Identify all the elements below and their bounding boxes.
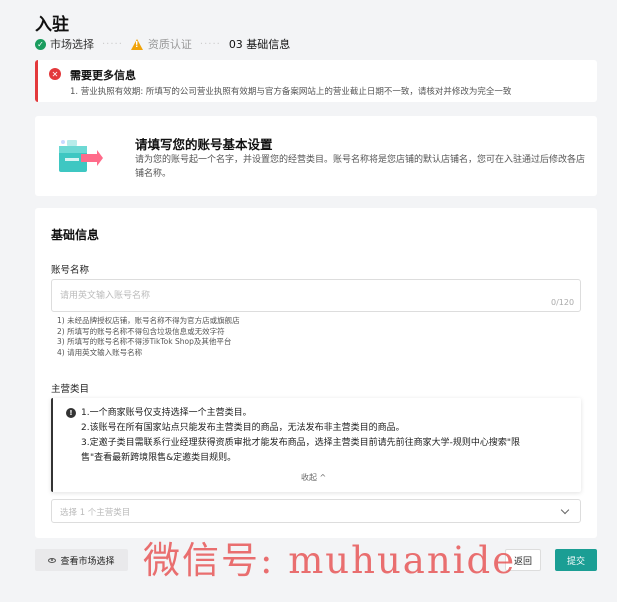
info-icon: ! — [66, 408, 76, 418]
setup-description: 请为您的账号起一个名字，并设置您的经营类目。账号名称将是您店铺的默认店铺名，您可… — [135, 155, 586, 179]
rule-item: 4) 请用英文输入账号名称 — [57, 347, 143, 357]
category-info-box: ! 1.一个商家账号仅支持选择一个主营类目。 2.该账号在所有国家站点只能发布主… — [51, 398, 581, 492]
step-separator: ····· — [102, 38, 123, 50]
step-market: ✓ 市场选择 — [35, 36, 94, 52]
close-circle-icon: ✕ — [49, 68, 61, 80]
check-circle-icon: ✓ — [35, 38, 46, 50]
section-title: 基础信息 — [51, 228, 100, 242]
progress-steps: ✓ 市场选择 ····· 资质认证 ····· 03 基础信息 — [35, 36, 290, 52]
info-line: 1.一个商家账号仅支持选择一个主营类目。 — [81, 408, 252, 418]
char-counter: 0/120 — [551, 298, 575, 307]
view-market-button[interactable]: 查看市场选择 — [35, 549, 128, 571]
select-placeholder: 选择 1 个主营类目 — [60, 508, 131, 518]
account-name-rules: 1) 未经品牌授权店铺，账号名称不得为官方店或旗舰店 2) 所填写的账号名称不得… — [57, 316, 240, 358]
view-market-label: 查看市场选择 — [60, 556, 115, 567]
step-basic-info: 03 基础信息 — [229, 36, 291, 52]
alert-message: 1. 营业执照有效期: 所填写的公司营业执照有效期与官方备案网站上的营业截止日期… — [70, 87, 512, 97]
basic-info-form: 基础信息 账号名称 0/120 1) 未经品牌授权店铺，账号名称不得为官方店或旗… — [35, 208, 597, 538]
alert-title: 需要更多信息 — [70, 69, 136, 82]
rule-item: 2) 所填写的账号名称不得包含垃圾信息或无效字符 — [57, 326, 225, 336]
chevron-down-icon — [560, 505, 570, 515]
step-label: 03 基础信息 — [228, 38, 291, 51]
main-category-label: 主营类目 — [51, 384, 90, 395]
page-title: 入驻 — [35, 15, 69, 35]
eye-icon — [48, 557, 57, 563]
info-line: 3.定邀子类目需联系行业经理获得资质审批才能发布商品，选择主营类目前请先前往商家… — [81, 438, 520, 448]
step-label: 资质认证 — [147, 38, 192, 51]
warning-icon — [130, 38, 143, 50]
main-category-select[interactable]: 选择 1 个主营类目 — [51, 499, 581, 523]
step-qualification: 资质认证 — [130, 36, 192, 52]
watermark: 微信号: muhuanide — [143, 539, 517, 582]
store-illustration-icon — [59, 140, 103, 172]
account-setup-card: 请填写您的账号基本设置 请为您的账号起一个名字，并设置您的经营类目。账号名称将是… — [35, 116, 597, 196]
step-label: 市场选择 — [50, 38, 94, 51]
collapse-toggle[interactable]: 收起 ^ — [301, 472, 326, 483]
account-name-label: 账号名称 — [51, 265, 90, 276]
back-button[interactable]: 返回 — [505, 549, 541, 571]
setup-title: 请填写您的账号基本设置 — [135, 137, 273, 152]
info-line: 2.该账号在所有国家站点只能发布主营类目的商品，无法发布非主营类目的商品。 — [81, 423, 405, 433]
account-name-input[interactable] — [51, 279, 581, 312]
submit-button[interactable]: 提交 — [555, 549, 597, 571]
rule-item: 3) 所填写的账号名称不得涉TikTok Shop及其他平台 — [57, 337, 232, 346]
error-alert: ✕ 需要更多信息 1. 营业执照有效期: 所填写的公司营业执照有效期与官方备案网… — [35, 60, 597, 102]
step-separator: ····· — [199, 38, 221, 50]
info-line: 售"查看最新跨境限售&定邀类目规则。 — [81, 453, 237, 463]
rule-item: 1) 未经品牌授权店铺，账号名称不得为官方店或旗舰店 — [57, 316, 240, 325]
